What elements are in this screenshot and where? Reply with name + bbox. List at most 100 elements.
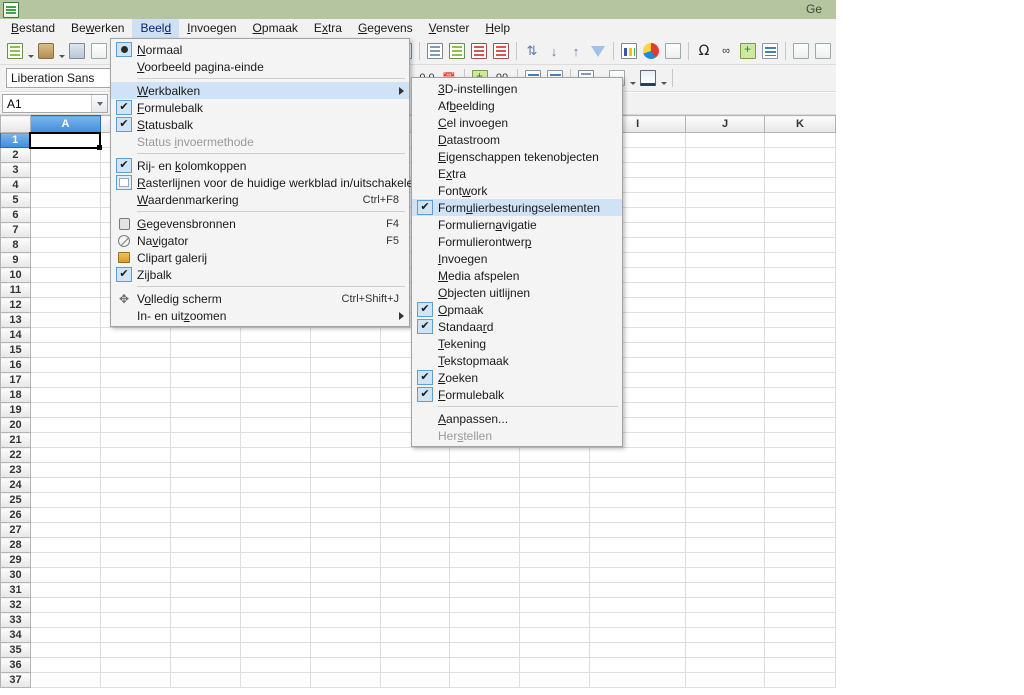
view-menu-item-voorbeeld-pagina-einde[interactable]: Voorbeeld pagina-einde <box>111 58 409 75</box>
font-name-input[interactable]: Liberation Sans <box>6 68 116 88</box>
cell-B18[interactable] <box>100 387 171 403</box>
cell-H34[interactable] <box>519 627 591 643</box>
cell-D25[interactable] <box>240 492 311 508</box>
toolbars-item-media-afspelen[interactable]: Media afspelen <box>412 267 622 284</box>
cell-A24[interactable] <box>30 477 101 493</box>
row-header-10[interactable]: 10 <box>0 267 31 283</box>
cell-G34[interactable] <box>449 627 521 643</box>
cell-C18[interactable] <box>170 387 241 403</box>
cell-G23[interactable] <box>449 462 521 478</box>
cell-E18[interactable] <box>310 387 381 403</box>
cell-A8[interactable] <box>30 237 101 253</box>
menubar-item-bestand[interactable]: Bestand <box>3 19 63 38</box>
background-color-icon[interactable] <box>638 68 658 89</box>
row-header-29[interactable]: 29 <box>0 552 31 568</box>
row-header-5[interactable]: 5 <box>0 192 31 208</box>
cell-I32[interactable] <box>589 597 687 613</box>
cell-D24[interactable] <box>240 477 311 493</box>
cell-D21[interactable] <box>240 432 311 448</box>
cell-F25[interactable] <box>380 492 451 508</box>
cell-J31[interactable] <box>685 582 765 598</box>
cell-A19[interactable] <box>30 402 101 418</box>
cell-G29[interactable] <box>449 552 521 568</box>
insert-hyperlink-icon[interactable]: ∞ <box>716 41 736 62</box>
toolbars-item-tekstopmaak[interactable]: Tekstopmaak <box>412 352 622 369</box>
cell-G26[interactable] <box>449 507 521 523</box>
cell-B31[interactable] <box>100 582 171 598</box>
cell-C19[interactable] <box>170 402 241 418</box>
cell-K7[interactable] <box>764 222 836 238</box>
cell-I22[interactable] <box>589 447 687 463</box>
cell-C23[interactable] <box>170 462 241 478</box>
cell-A21[interactable] <box>30 432 101 448</box>
cell-J29[interactable] <box>685 552 765 568</box>
toolbars-submenu[interactable]: 3D-instellingen Afbeelding Cel invoegen Dat… <box>411 77 623 447</box>
menubar-item-opmaak[interactable]: Opmaak <box>245 19 306 38</box>
view-menu-item-rasterlijnen-voor-de-huidige-werkblad-in-uitschakelen[interactable]: Rasterlijnen voor de huidige werkblad in… <box>111 174 420 191</box>
cell-J9[interactable] <box>685 252 765 268</box>
toolbars-item-3d-instellingen[interactable]: 3D-instellingen <box>412 80 622 97</box>
row-header-27[interactable]: 27 <box>0 522 31 538</box>
cell-B27[interactable] <box>100 522 171 538</box>
view-menu-item-normaal[interactable]: Normaal <box>111 41 409 58</box>
cell-A7[interactable] <box>30 222 101 238</box>
cell-D23[interactable] <box>240 462 311 478</box>
cell-H23[interactable] <box>519 462 591 478</box>
cell-I31[interactable] <box>589 582 687 598</box>
open-file-dropdown-icon[interactable] <box>57 41 66 62</box>
cell-J25[interactable] <box>685 492 765 508</box>
cell-K17[interactable] <box>764 372 836 388</box>
active-cell-A1[interactable] <box>29 131 104 151</box>
cell-J2[interactable] <box>685 147 765 163</box>
row-header-28[interactable]: 28 <box>0 537 31 553</box>
cell-A13[interactable] <box>30 312 101 328</box>
cell-K32[interactable] <box>764 597 836 613</box>
cell-I25[interactable] <box>589 492 687 508</box>
cell-K6[interactable] <box>764 207 836 223</box>
cell-A30[interactable] <box>30 567 101 583</box>
name-box-dropdown-icon[interactable] <box>91 95 107 112</box>
cell-H24[interactable] <box>519 477 591 493</box>
toolbars-item-zoeken[interactable]: ✔ Zoeken <box>412 369 622 386</box>
cell-B25[interactable] <box>100 492 171 508</box>
cell-A11[interactable] <box>30 282 101 298</box>
row-header-16[interactable]: 16 <box>0 357 31 373</box>
cell-D28[interactable] <box>240 537 311 553</box>
cell-E27[interactable] <box>310 522 381 538</box>
cell-K11[interactable] <box>764 282 836 298</box>
cell-H28[interactable] <box>519 537 591 553</box>
headers-footers-icon[interactable] <box>760 41 780 62</box>
cell-C16[interactable] <box>170 357 241 373</box>
cell-B17[interactable] <box>100 372 171 388</box>
cell-K34[interactable] <box>764 627 836 643</box>
cell-E22[interactable] <box>310 447 381 463</box>
cell-E23[interactable] <box>310 462 381 478</box>
cell-I37[interactable] <box>589 672 687 688</box>
cell-D15[interactable] <box>240 342 311 358</box>
cell-J14[interactable] <box>685 327 765 343</box>
new-document-dropdown-icon[interactable] <box>26 41 35 62</box>
cell-C15[interactable] <box>170 342 241 358</box>
view-menu-item-waardenmarkering[interactable]: Waardenmarkering Ctrl+F8 <box>111 191 409 208</box>
cell-C35[interactable] <box>170 642 241 658</box>
cell-J24[interactable] <box>685 477 765 493</box>
cell-E36[interactable] <box>310 657 381 673</box>
row-header-14[interactable]: 14 <box>0 327 31 343</box>
cell-A25[interactable] <box>30 492 101 508</box>
cell-A35[interactable] <box>30 642 101 658</box>
autofilter-funnel-icon[interactable] <box>588 41 608 62</box>
cell-H37[interactable] <box>519 672 591 688</box>
toolbars-item-invoegen[interactable]: Invoegen <box>412 250 622 267</box>
background-color-dropdown-icon[interactable] <box>659 68 668 89</box>
cell-D35[interactable] <box>240 642 311 658</box>
cell-J15[interactable] <box>685 342 765 358</box>
cell-A5[interactable] <box>30 192 101 208</box>
cell-A12[interactable] <box>30 297 101 313</box>
cell-B33[interactable] <box>100 612 171 628</box>
cell-I36[interactable] <box>589 657 687 673</box>
cell-E29[interactable] <box>310 552 381 568</box>
cell-I24[interactable] <box>589 477 687 493</box>
cell-A23[interactable] <box>30 462 101 478</box>
view-menu-item-in-en-uitzoomen[interactable]: In- en uitzoomen <box>111 307 409 324</box>
cell-K26[interactable] <box>764 507 836 523</box>
